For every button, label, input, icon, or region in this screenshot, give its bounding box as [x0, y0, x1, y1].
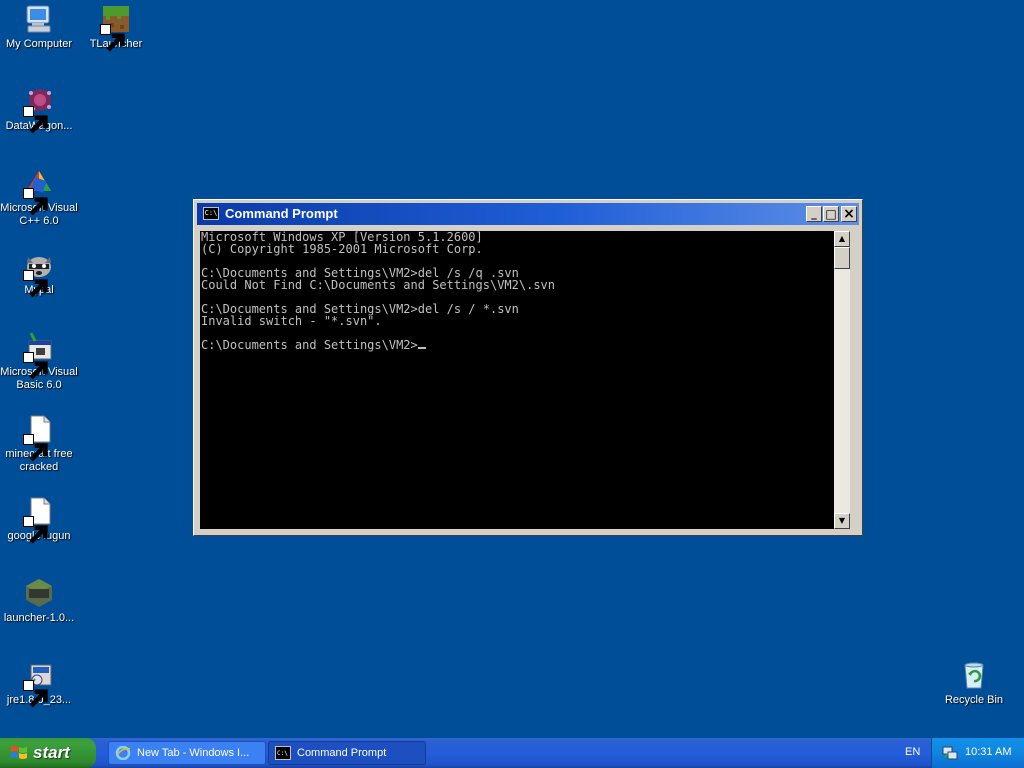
grass-block-icon: [100, 3, 132, 52]
desktop-icon-label: Recycle Bin: [944, 694, 1004, 706]
minimize-button[interactable]: _: [806, 206, 822, 222]
network-icon[interactable]: [942, 745, 958, 761]
visual-basic-icon: [23, 331, 55, 380]
raccoon-icon: [23, 249, 55, 298]
shortcut-arrow-icon: [23, 188, 48, 216]
blank-file-icon: [23, 495, 55, 544]
installer-icon: [23, 659, 55, 708]
cmd-icon: C:\: [275, 746, 291, 760]
desktop-icon-mypal[interactable]: Mypal: [0, 249, 78, 298]
console-text: Microsoft Windows XP [Version 5.1.2600] …: [201, 231, 556, 328]
language-indicator[interactable]: EN: [905, 746, 920, 758]
window-titlebar[interactable]: C:\ Command Prompt _ □ ×: [197, 203, 859, 225]
maximize-button[interactable]: □: [823, 206, 839, 222]
scroll-up-button[interactable]: ▲: [834, 231, 850, 247]
system-tray: 10:31 AM: [931, 738, 1024, 768]
desktop-icon-label: My Computer: [5, 38, 73, 50]
vertical-scrollbar[interactable]: ▲ ▼: [834, 231, 850, 529]
text-cursor: [417, 347, 426, 349]
taskbar-button-new-tab[interactable]: New Tab - Windows I...: [108, 741, 266, 765]
datawagon-icon: [23, 85, 55, 134]
desktop-icon-google-lugun[interactable]: google lugun: [0, 495, 78, 544]
console-prompt-line[interactable]: C:\Documents and Settings\VM2>: [200, 339, 834, 351]
shortcut-arrow-icon: [23, 680, 48, 708]
shortcut-arrow-icon: [23, 106, 48, 134]
taskbar-button-label: Command Prompt: [297, 747, 387, 759]
desktop-icon-recycle-bin[interactable]: Recycle Bin: [935, 659, 1013, 707]
desktop-icon-visual-basic[interactable]: Microsoft Visual Basic 6.0: [0, 331, 78, 392]
shortcut-arrow-icon: [23, 270, 48, 298]
desktop-icon-launcher[interactable]: launcher-1.0...: [0, 577, 78, 625]
window-title: Command Prompt: [225, 206, 338, 221]
recycle-bin-icon: [958, 659, 990, 691]
desktop-icon-visual-cpp[interactable]: Microsoft Visual C++ 6.0: [0, 167, 78, 228]
desktop-icon-tlauncher[interactable]: TLauncher: [77, 3, 155, 52]
taskbar-button-command-prompt[interactable]: C:\ Command Prompt: [268, 741, 426, 765]
shortcut-arrow-icon: [23, 434, 48, 462]
visual-cpp-icon: [23, 167, 55, 216]
start-button[interactable]: start: [0, 738, 96, 768]
shortcut-arrow-icon: [100, 24, 125, 52]
scroll-down-button[interactable]: ▼: [834, 513, 850, 529]
taskbar-button-label: New Tab - Windows I...: [137, 747, 250, 759]
cmd-icon[interactable]: C:\: [203, 207, 219, 220]
desktop-icon-minecraft-free-cracked[interactable]: minecraft free cracked: [0, 413, 78, 474]
start-label: start: [33, 743, 70, 762]
svg-text:C:\: C:\: [277, 750, 288, 757]
windows-flag-icon: [11, 746, 27, 759]
console-prompt: C:\Documents and Settings\VM2>: [201, 338, 418, 352]
shortcut-arrow-icon: [23, 352, 48, 380]
desktop-icon-jre[interactable]: jre1.8.0_23...: [0, 659, 78, 708]
scroll-thumb[interactable]: [834, 247, 850, 269]
console-output[interactable]: Microsoft Windows XP [Version 5.1.2600] …: [200, 231, 834, 529]
desktop-icon-datawagon[interactable]: DataWagon...: [0, 85, 78, 134]
taskbar: start New Tab - Windows I... C:\ Command…: [0, 738, 1024, 768]
beta-craft-icon: [23, 577, 55, 609]
command-prompt-window[interactable]: C:\ Command Prompt _ □ × Microsoft Windo…: [193, 199, 863, 536]
desktop-icon-label: launcher-1.0...: [3, 612, 75, 624]
shortcut-arrow-icon: [23, 516, 48, 544]
ie-icon: [115, 746, 131, 760]
my-computer-icon: [23, 3, 55, 35]
clock[interactable]: 10:31 AM: [965, 746, 1011, 758]
blank-file-icon: [23, 413, 55, 462]
desktop-icon-my-computer[interactable]: My Computer: [0, 3, 78, 51]
close-button[interactable]: ×: [841, 206, 857, 222]
